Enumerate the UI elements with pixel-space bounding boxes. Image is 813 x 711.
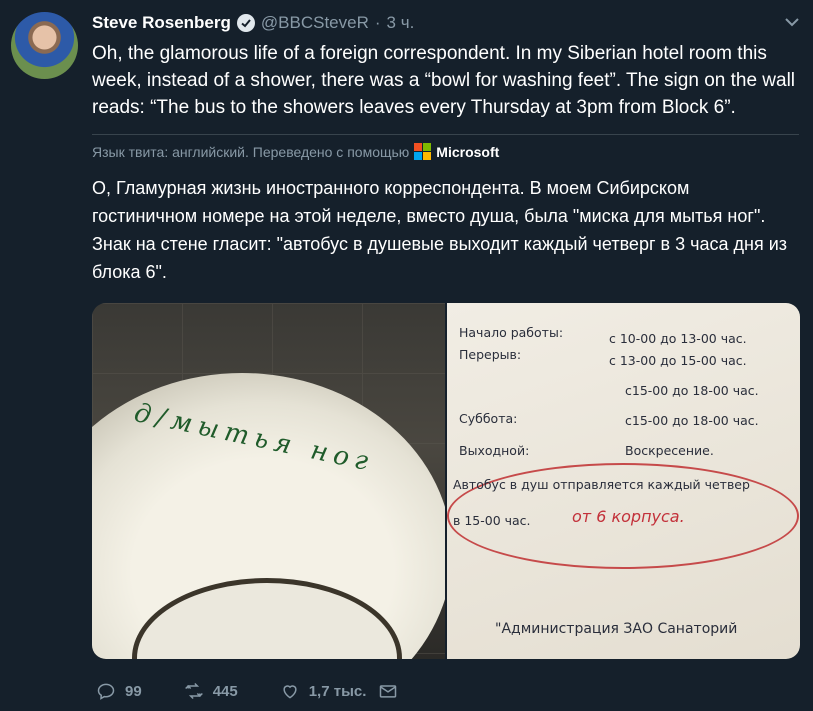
translation-provider[interactable]: Microsoft — [436, 144, 499, 160]
chevron-down-icon[interactable] — [785, 14, 799, 30]
retweet-count: 445 — [212, 682, 238, 700]
media-grid: д/мытья ног Начало работы: с 10-00 до 13… — [92, 303, 800, 659]
sign-row2-label: Перерыв: — [459, 347, 522, 362]
tweet-header: Steve Rosenberg @BBCSteveR · 3 ч. — [92, 12, 414, 34]
retweet-icon — [184, 682, 203, 700]
heart-icon — [283, 685, 297, 699]
photo-sign[interactable]: Начало работы: с 10-00 до 13-00 час. Пер… — [447, 303, 800, 659]
sign-footer: "Администрация ЗАО Санаторий — [495, 621, 738, 637]
envelope-icon — [380, 685, 397, 698]
sign-row5-label: Выходной: — [459, 443, 530, 458]
tweet-text: Oh, the glamorous life of a foreign corr… — [92, 43, 796, 118]
microsoft-logo-icon — [414, 143, 432, 160]
sign-row4-label: Суббота: — [459, 411, 518, 426]
tweet-actions: 99 445 1,7 тыс. — [96, 681, 440, 701]
author-name[interactable]: Steve Rosenberg — [92, 13, 231, 33]
timestamp[interactable]: 3 ч. — [387, 13, 415, 33]
separator-dot: · — [374, 13, 381, 32]
sign-bus-line2: в 15-00 час. — [453, 513, 531, 528]
handwritten-note: от 6 корпуса. — [572, 507, 685, 526]
reply-button[interactable]: 99 — [96, 681, 142, 701]
like-button[interactable]: 1,7 тыс. — [280, 681, 367, 701]
translated-text: О, Гламурная жизнь иностранного корреспо… — [92, 178, 787, 282]
verified-badge-icon — [236, 14, 255, 32]
sign-row1-value: с 10-00 до 13-00 час. — [609, 331, 747, 346]
sign-row2-value: с 13-00 до 15-00 час. — [609, 353, 747, 368]
reply-icon — [97, 683, 115, 700]
sign-row1-label: Начало работы: — [459, 325, 564, 340]
translation-notice: Язык твита: английский. Переведено с пом… — [92, 143, 499, 160]
sign-bus-line1: Автобус в душ отправляется каждый четвер — [453, 477, 750, 492]
sign-row3-value: с15-00 до 18-00 час. — [625, 383, 759, 398]
translation-label: Язык твита: английский. Переведено с пом… — [92, 143, 410, 160]
like-count: 1,7 тыс. — [308, 682, 367, 700]
photo-bowl[interactable]: д/мытья ног — [92, 303, 445, 659]
retweet-button[interactable]: 445 — [184, 681, 238, 701]
reply-count: 99 — [125, 682, 142, 700]
avatar[interactable] — [11, 12, 78, 79]
sign-row5-value: Воскресение. — [625, 443, 714, 458]
direct-message-button[interactable] — [378, 681, 398, 701]
tweet: Steve Rosenberg @BBCSteveR · 3 ч. Oh, th… — [0, 0, 813, 711]
divider — [92, 134, 799, 135]
sign-row4-value: с15-00 до 18-00 час. — [625, 413, 759, 428]
author-handle[interactable]: @BBCSteveR — [261, 13, 369, 33]
